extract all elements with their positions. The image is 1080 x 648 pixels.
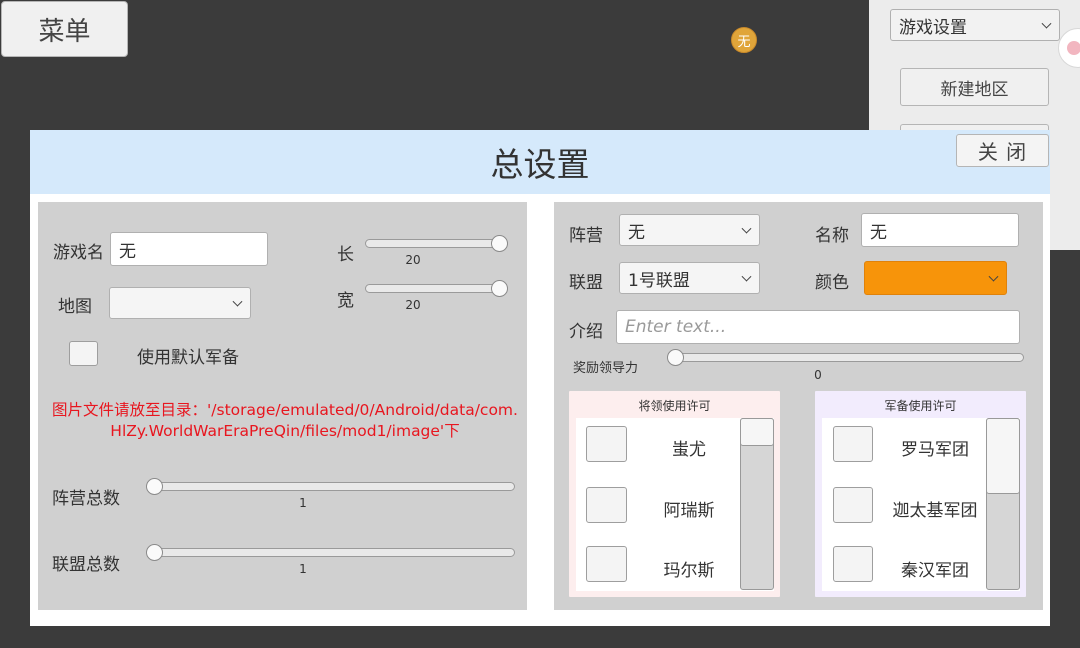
equipment-checkbox-2[interactable] — [833, 487, 873, 523]
new-region-button[interactable]: 新建地区 — [900, 68, 1049, 106]
color-select[interactable] — [864, 261, 1007, 295]
length-slider-handle[interactable] — [491, 235, 508, 252]
faction-count-slider-handle[interactable] — [146, 478, 163, 495]
menu-button[interactable]: 菜单 — [1, 1, 128, 57]
name-label: 名称 — [815, 226, 849, 246]
game-name-label: 游戏名 — [53, 243, 104, 263]
faction-select-value: 无 — [628, 222, 645, 243]
faction-count-slider[interactable] — [148, 482, 515, 491]
image-directory-notice: 图片文件请放至目录：'/storage/emulated/0/Android/d… — [52, 401, 518, 440]
reward-leadership-label: 奖励领导力 — [573, 361, 639, 376]
general-name-1: 蚩尤 — [672, 440, 706, 460]
general-checkbox-2[interactable] — [586, 487, 627, 523]
general-list-scroll-handle[interactable] — [740, 418, 774, 446]
alliance-count-slider[interactable] — [148, 548, 515, 557]
general-name-3: 玛尔斯 — [663, 561, 715, 581]
intro-label: 介绍 — [569, 322, 603, 342]
alliance-select-value: 1号联盟 — [628, 270, 690, 291]
chevron-down-icon — [741, 271, 752, 282]
name-value: 无 — [870, 222, 887, 243]
alliance-count-slider-handle[interactable] — [146, 544, 163, 561]
general-checkbox-1[interactable] — [586, 426, 627, 462]
chevron-down-icon — [741, 223, 752, 234]
dialog-title: 总设置 — [490, 145, 590, 184]
equipment-checkbox-1[interactable] — [833, 426, 873, 462]
reward-leadership-slider-handle[interactable] — [667, 349, 684, 366]
faction-select[interactable]: 无 — [619, 214, 760, 246]
avatar[interactable]: 无 — [731, 27, 757, 53]
alliance-count-value: 1 — [299, 562, 307, 576]
map-select[interactable] — [109, 287, 251, 319]
width-slider[interactable] — [365, 284, 508, 293]
name-input[interactable]: 无 — [861, 213, 1019, 247]
reward-leadership-value: 0 — [814, 368, 822, 382]
length-slider[interactable] — [365, 239, 508, 248]
alliance-count-label: 联盟总数 — [52, 555, 120, 575]
faction-count-label: 阵营总数 — [52, 489, 120, 509]
close-button[interactable]: 关 闭 — [956, 134, 1049, 167]
equipment-name-1: 罗马军团 — [901, 440, 969, 460]
width-slider-handle[interactable] — [491, 280, 508, 297]
game-settings-select[interactable]: 游戏设置 — [890, 9, 1060, 41]
alliance-select[interactable]: 1号联盟 — [619, 262, 760, 294]
general-permission-title: 将领使用许可 — [638, 399, 711, 413]
general-checkbox-3[interactable] — [586, 546, 627, 582]
width-label: 宽 — [337, 291, 354, 311]
length-value: 20 — [405, 253, 421, 267]
intro-input[interactable]: Enter text... — [616, 310, 1020, 344]
faction-count-value: 1 — [299, 496, 307, 510]
map-label: 地图 — [58, 297, 92, 317]
color-label: 颜色 — [815, 273, 849, 293]
alliance-label: 联盟 — [569, 273, 603, 293]
chevron-down-icon — [1041, 18, 1052, 29]
equipment-permission-title: 军备使用许可 — [884, 399, 957, 413]
intro-placeholder: Enter text... — [625, 317, 727, 337]
game-name-value: 无 — [119, 241, 136, 262]
game-settings-select-value: 游戏设置 — [899, 17, 967, 38]
chevron-down-icon — [232, 296, 243, 307]
general-name-2: 阿瑞斯 — [663, 501, 715, 521]
width-value: 20 — [405, 298, 421, 312]
equipment-name-2: 迦太基军团 — [892, 501, 978, 521]
equipment-list-scroll-handle[interactable] — [986, 418, 1020, 494]
default-equipment-checkbox[interactable] — [69, 341, 98, 366]
default-equipment-label: 使用默认军备 — [137, 348, 239, 368]
reward-leadership-slider[interactable] — [669, 353, 1024, 362]
equipment-name-3: 秦汉军团 — [901, 561, 969, 581]
chevron-down-icon — [988, 271, 999, 282]
faction-label: 阵营 — [569, 226, 603, 246]
equipment-checkbox-3[interactable] — [833, 546, 873, 582]
pink-dot — [1067, 41, 1080, 55]
game-name-input[interactable]: 无 — [110, 232, 268, 266]
length-label: 长 — [337, 245, 354, 265]
